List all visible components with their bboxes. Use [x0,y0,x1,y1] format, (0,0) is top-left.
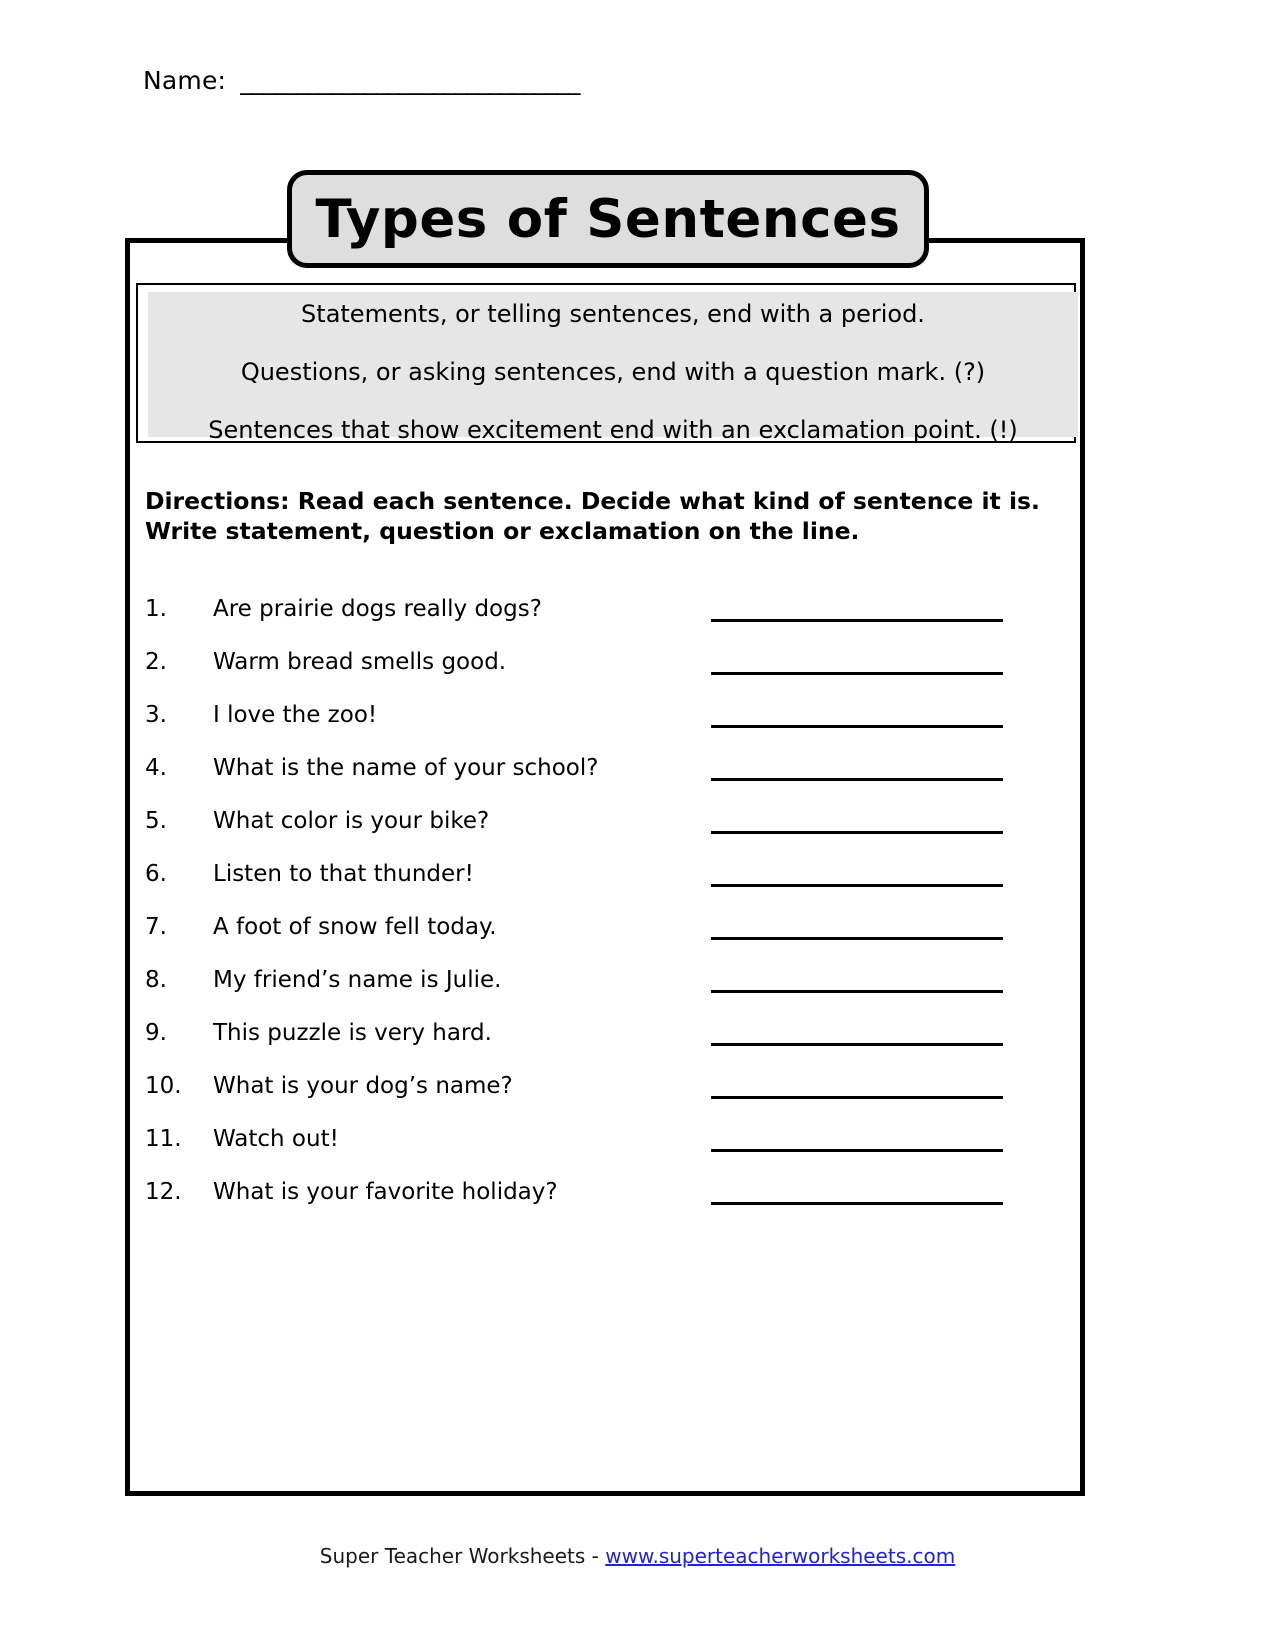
item-answer-line[interactable] [711,1043,1003,1046]
item-number: 11. [145,1126,182,1152]
item-answer-line[interactable] [711,619,1003,622]
item-number: 3. [145,702,167,728]
name-label: Name: [143,66,227,95]
item-answer-line[interactable] [711,1149,1003,1152]
title-plaque: Types of Sentences [287,170,929,268]
rule-exclamations: Sentences that show excitement end with … [208,416,1018,444]
item-sentence: This puzzle is very hard. [213,1020,492,1046]
item-sentence: I love the zoo! [213,702,378,728]
list-item: 2. Warm bread smells good. [145,651,1060,704]
item-answer-line[interactable] [711,1096,1003,1099]
page-title: Types of Sentences [315,188,901,250]
list-item: 4. What is the name of your school? [145,757,1060,810]
rule-statements: Statements, or telling sentences, end wi… [301,300,925,328]
footer-url-link[interactable]: www.superteacherworksheets.com [605,1544,955,1568]
item-sentence: Listen to that thunder! [213,861,474,887]
item-answer-line[interactable] [711,672,1003,675]
item-sentence: What color is your bike? [213,808,490,834]
item-number: 12. [145,1179,182,1205]
footer: Super Teacher Worksheets - www.superteac… [0,1544,1275,1568]
item-sentence: Warm bread smells good. [213,649,507,675]
list-item: 8. My friend’s name is Julie. [145,969,1060,1022]
name-write-line[interactable]: ______________________________ [240,66,580,95]
list-item: 3. I love the zoo! [145,704,1060,757]
item-number: 10. [145,1073,182,1099]
item-sentence: What is your dog’s name? [213,1073,513,1099]
footer-site-name: Super Teacher Worksheets [319,1544,586,1568]
list-item: 10. What is your dog’s name? [145,1075,1060,1128]
item-sentence: What is your favorite holiday? [213,1179,558,1205]
item-sentence: What is the name of your school? [213,755,599,781]
directions-line-1: Directions: Read each sentence. Decide w… [145,487,1040,515]
item-answer-line[interactable] [711,778,1003,781]
list-item: 6. Listen to that thunder! [145,863,1060,916]
directions-line-2: Write statement, question or exclamation… [145,516,860,545]
item-number: 4. [145,755,167,781]
item-number: 9. [145,1020,167,1046]
list-item: 12. What is your favorite holiday? [145,1181,1060,1234]
item-sentence: My friend’s name is Julie. [213,967,502,993]
rule-questions: Questions, or asking sentences, end with… [240,358,986,386]
list-item: 11. Watch out! [145,1128,1060,1181]
name-field-row: Name: ______________________________ [143,66,580,95]
item-number: 5. [145,808,167,834]
list-item: 5. What color is your bike? [145,810,1060,863]
item-answer-line[interactable] [711,831,1003,834]
rules-box: Statements, or telling sentences, end wi… [136,283,1078,443]
rules-fill: Statements, or telling sentences, end wi… [148,292,1078,442]
item-number: 2. [145,649,167,675]
item-number: 7. [145,914,167,940]
item-answer-line[interactable] [711,884,1003,887]
directions: Directions: Read each sentence. Decide w… [145,487,1075,546]
item-number: 6. [145,861,167,887]
sentence-items-list: 1. Are prairie dogs really dogs? 2. Warm… [145,598,1060,1234]
item-answer-line[interactable] [711,725,1003,728]
item-number: 8. [145,967,167,993]
item-sentence: A foot of snow fell today. [213,914,497,940]
item-answer-line[interactable] [711,937,1003,940]
item-answer-line[interactable] [711,990,1003,993]
item-answer-line[interactable] [711,1202,1003,1205]
list-item: 7. A foot of snow fell today. [145,916,1060,969]
item-number: 1. [145,596,167,622]
item-sentence: Are prairie dogs really dogs? [213,596,542,622]
list-item: 9. This puzzle is very hard. [145,1022,1060,1075]
item-sentence: Watch out! [213,1126,339,1152]
footer-separator: - [591,1544,599,1568]
list-item: 1. Are prairie dogs really dogs? [145,598,1060,651]
